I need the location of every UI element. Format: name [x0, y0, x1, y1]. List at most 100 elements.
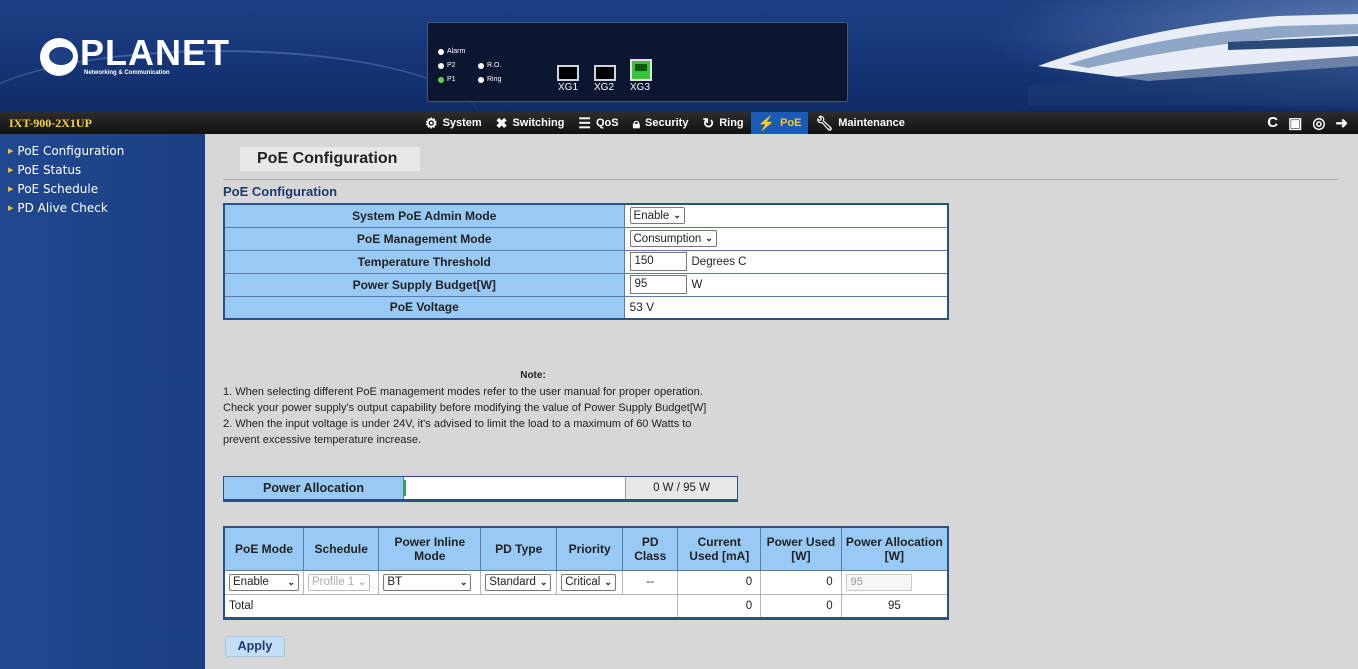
- led-dot-icon: [438, 62, 444, 69]
- chevron-down-icon: ⌄: [604, 576, 612, 587]
- table-row: Enable ⌄ Profile 1 ⌄ BT ⌄ Standard ⌄ Critica…: [224, 570, 949, 595]
- temp-unit: Degrees C: [691, 255, 747, 268]
- schedule-select: Profile 1 ⌄: [308, 573, 370, 591]
- power-allocation-fill: [404, 480, 406, 496]
- table-row: Power Supply Budget[W] 95 W: [224, 273, 948, 297]
- budget-label: Power Supply Budget[W]: [224, 273, 625, 297]
- toolbar-icons: C ▣ ◎ ➜: [1267, 114, 1348, 132]
- qos-icon: ☰: [578, 115, 591, 131]
- brand-name: PLANET: [80, 32, 230, 73]
- menu-poe[interactable]: ⚡ PoE: [750, 112, 809, 134]
- col-inline-mode: Power Inline Mode: [378, 527, 482, 571]
- port-xg3[interactable]: [630, 59, 652, 81]
- main-content: PoE Configuration PoE Configuration Syst…: [205, 134, 1358, 669]
- table-row: Temperature Threshold 150 Degrees C: [224, 250, 948, 274]
- menu-security[interactable]: 🔒︎ Security: [626, 112, 696, 134]
- poe-ports-table: PoE Mode Schedule Power Inline Mode PD T…: [223, 526, 949, 620]
- total-current: 0: [677, 594, 762, 619]
- poe-mode-select[interactable]: Enable ⌄: [229, 573, 299, 591]
- led-dot-icon: [478, 76, 484, 83]
- logout-icon[interactable]: ➜: [1335, 114, 1348, 132]
- led-p1: P1: [438, 76, 456, 83]
- port-label: XG2: [594, 82, 615, 93]
- note-line: 2. When the input voltage is under 24V, …: [223, 418, 692, 430]
- poe-config-table: System PoE Admin Mode Enable ⌄ PoE Manage…: [223, 203, 949, 320]
- note-block: Note: 1. When selecting different PoE ma…: [223, 368, 843, 448]
- arrow-right-icon: ▶: [8, 166, 14, 174]
- note-line: Check your power supply's output capabil…: [223, 402, 707, 414]
- current-used-value: 0: [677, 570, 762, 595]
- save-icon[interactable]: ▣: [1288, 114, 1302, 132]
- sidebar-item-poe-schedule[interactable]: ▶ PoE Schedule: [0, 180, 205, 199]
- budget-input[interactable]: 95: [629, 275, 687, 294]
- note-title: Note:: [520, 370, 546, 381]
- arrow-right-icon: ▶: [8, 204, 14, 212]
- power-allocation-value: 0 W / 95 W: [626, 477, 737, 499]
- table-header-row: PoE Mode Schedule Power Inline Mode PD T…: [224, 527, 949, 571]
- chevron-down-icon: ⌄: [358, 576, 366, 587]
- table-total-row: Total 0 0 95: [224, 594, 949, 619]
- led-dot-icon: [438, 76, 444, 83]
- model-name: IXT-900-2X1UP: [9, 116, 92, 130]
- chevron-down-icon: ⌄: [287, 576, 295, 587]
- sidebar-item-poe-configuration[interactable]: ▶ PoE Configuration: [0, 142, 205, 161]
- apply-button[interactable]: Apply: [225, 636, 285, 657]
- menu-maintenance[interactable]: 🔧︎ Maintenance: [808, 112, 911, 134]
- table-row: PoE Voltage 53 V: [224, 296, 948, 320]
- pd-type-select[interactable]: Standard ⌄: [485, 573, 552, 591]
- led-p2: P2: [438, 62, 456, 69]
- note-line: prevent excessive temperature increase.: [223, 434, 422, 446]
- table-row: System PoE Admin Mode Enable ⌄: [224, 204, 948, 228]
- sidebar-item-poe-status[interactable]: ▶ PoE Status: [0, 161, 205, 180]
- poe-icon: ⚡: [757, 115, 776, 131]
- col-pd-class: PD Class: [622, 527, 679, 571]
- mgmt-mode-select[interactable]: Consumption ⌄: [629, 230, 717, 247]
- train-image: [1028, 14, 1358, 106]
- help-icon[interactable]: ◎: [1312, 114, 1325, 132]
- divider: [223, 179, 1338, 180]
- ring-icon: ↻: [702, 115, 715, 131]
- switching-icon: ✖: [495, 115, 508, 131]
- power-allocation-label: Power Allocation: [224, 477, 404, 499]
- menu-switching[interactable]: ✖ Switching: [489, 112, 572, 134]
- main-menu: ⚙ System ✖ Switching ☰ QoS 🔒︎ Security ↻ Ring…: [418, 112, 912, 134]
- temp-threshold-input[interactable]: 150: [629, 252, 687, 271]
- port-xg1[interactable]: [557, 65, 579, 81]
- col-pd-type: PD Type: [480, 527, 558, 571]
- table-row: PoE Management Mode Consumption ⌄: [224, 227, 948, 251]
- led-dot-icon: [478, 62, 484, 69]
- menu-qos[interactable]: ☰ QoS: [571, 112, 625, 134]
- section-title: PoE Configuration: [223, 184, 338, 199]
- menu-ring[interactable]: ↻ Ring: [695, 112, 750, 134]
- menu-system[interactable]: ⚙ System: [418, 112, 489, 134]
- refresh-icon[interactable]: C: [1267, 114, 1278, 132]
- inline-mode-select[interactable]: BT ⌄: [383, 573, 472, 591]
- chevron-down-icon: ⌄: [673, 210, 681, 221]
- total-label: Total: [224, 594, 679, 619]
- pd-class-value: --: [622, 570, 679, 595]
- arrow-right-icon: ▶: [8, 185, 14, 193]
- chevron-down-icon: ⌄: [459, 576, 468, 587]
- power-allocation-bar: [404, 477, 626, 499]
- sidebar-item-pd-alive-check[interactable]: ▶ PD Alive Check: [0, 199, 205, 218]
- col-priority: Priority: [556, 527, 624, 571]
- port-xg2[interactable]: [594, 65, 616, 81]
- priority-select[interactable]: Critical ⌄: [561, 573, 616, 591]
- header-banner: PLANET Networking & Communication Alarm …: [0, 0, 1358, 112]
- lock-icon: 🔒︎: [632, 115, 641, 131]
- admin-mode-select[interactable]: Enable ⌄: [629, 207, 685, 225]
- total-power-used: 0: [760, 594, 842, 619]
- led-dot-icon: [438, 48, 444, 55]
- voltage-label: PoE Voltage: [224, 296, 625, 320]
- brand-tagline: Networking & Communication: [84, 70, 170, 76]
- power-used-value: 0: [760, 570, 842, 595]
- admin-mode-label: System PoE Admin Mode: [224, 204, 625, 228]
- led-ro: R.O.: [478, 62, 501, 69]
- note-line: 1. When selecting different PoE manageme…: [223, 386, 703, 398]
- col-poe-mode: PoE Mode: [224, 527, 304, 571]
- planet-logo: PLANET Networking & Communication: [40, 32, 229, 82]
- col-current-used: Current Used [mA]: [677, 527, 762, 571]
- port-label: XG3: [630, 82, 651, 93]
- page-title: PoE Configuration: [240, 147, 420, 171]
- sidebar: ▶ PoE Configuration ▶ PoE Status ▶ PoE Sche…: [0, 134, 205, 669]
